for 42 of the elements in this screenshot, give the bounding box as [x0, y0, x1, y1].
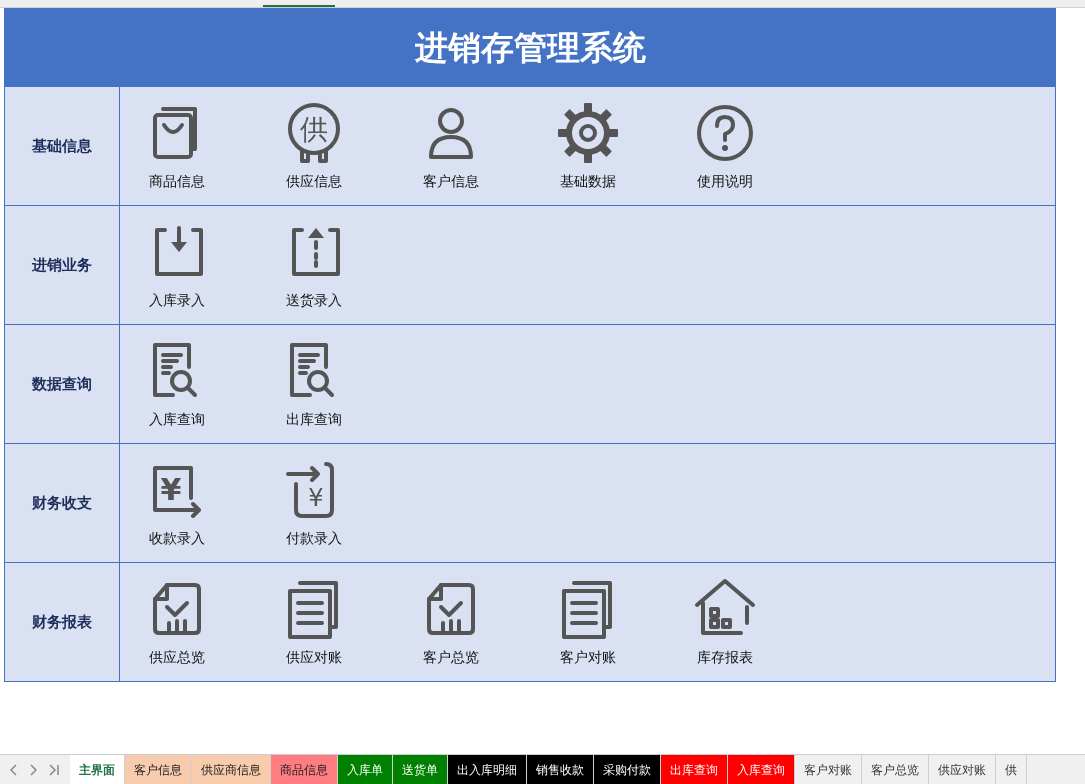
scroll-last-icon[interactable]: [48, 763, 61, 776]
shortcut-label[interactable]: 供应对账: [286, 646, 342, 668]
shortcut-label[interactable]: 基础数据: [560, 170, 616, 192]
shortcut-label[interactable]: 出库查询: [286, 408, 342, 430]
shortcut-label[interactable]: 收款录入: [149, 527, 205, 549]
settings-icon[interactable]: [556, 100, 620, 165]
scroll-left-icon[interactable]: [9, 763, 18, 776]
shortcut-label[interactable]: 供应信息: [286, 170, 342, 192]
shortcut-label[interactable]: 商品信息: [149, 170, 205, 192]
sheet-tab[interactable]: 客户信息: [125, 755, 192, 784]
sheet-tab[interactable]: 出入库明细: [448, 755, 527, 784]
shortcut-label[interactable]: 客户对账: [560, 646, 616, 668]
sheet-tab[interactable]: 销售收款: [527, 755, 594, 784]
shortcut-label[interactable]: 使用说明: [697, 170, 753, 192]
shortcut-label[interactable]: 库存报表: [697, 646, 753, 668]
shortcut-label[interactable]: 客户信息: [423, 170, 479, 192]
shortcut-label[interactable]: 入库查询: [149, 408, 205, 430]
sheet-tab[interactable]: 采购付款: [594, 755, 661, 784]
section-label: 数据查询: [32, 373, 92, 395]
section-label: 进销业务: [32, 254, 92, 276]
shortcut-label[interactable]: 入库录入: [149, 289, 205, 311]
sheet-tab[interactable]: 入库查询: [728, 755, 795, 784]
dashboard-title: 进销存管理系统: [4, 8, 1056, 87]
section-label: 财务收支: [32, 492, 92, 514]
sheet-tab[interactable]: 出库查询: [661, 755, 728, 784]
sheet-tab[interactable]: 商品信息: [271, 755, 338, 784]
section-label: 财务报表: [32, 611, 92, 633]
scroll-right-icon[interactable]: [29, 763, 37, 776]
selected-column-marker: [263, 5, 335, 7]
shortcut-label[interactable]: 送货录入: [286, 289, 342, 311]
sheet-tab[interactable]: 送货单: [393, 755, 448, 784]
shortcut-label[interactable]: 客户总览: [423, 646, 479, 668]
section-label: 基础信息: [32, 135, 92, 157]
sheet-tab[interactable]: 主界面: [70, 755, 125, 784]
sheet-tab[interactable]: 供应对账: [929, 755, 996, 784]
sheet-tab[interactable]: 供: [996, 755, 1027, 784]
sheet-tab[interactable]: 客户总览: [862, 755, 929, 784]
shortcut-label[interactable]: 供应总览: [149, 646, 205, 668]
sheet-tab[interactable]: 供应商信息: [192, 755, 271, 784]
sheet-tab[interactable]: 入库单: [338, 755, 393, 784]
sheet-tab[interactable]: 客户对账: [795, 755, 862, 784]
shortcut-label[interactable]: 付款录入: [286, 527, 342, 549]
